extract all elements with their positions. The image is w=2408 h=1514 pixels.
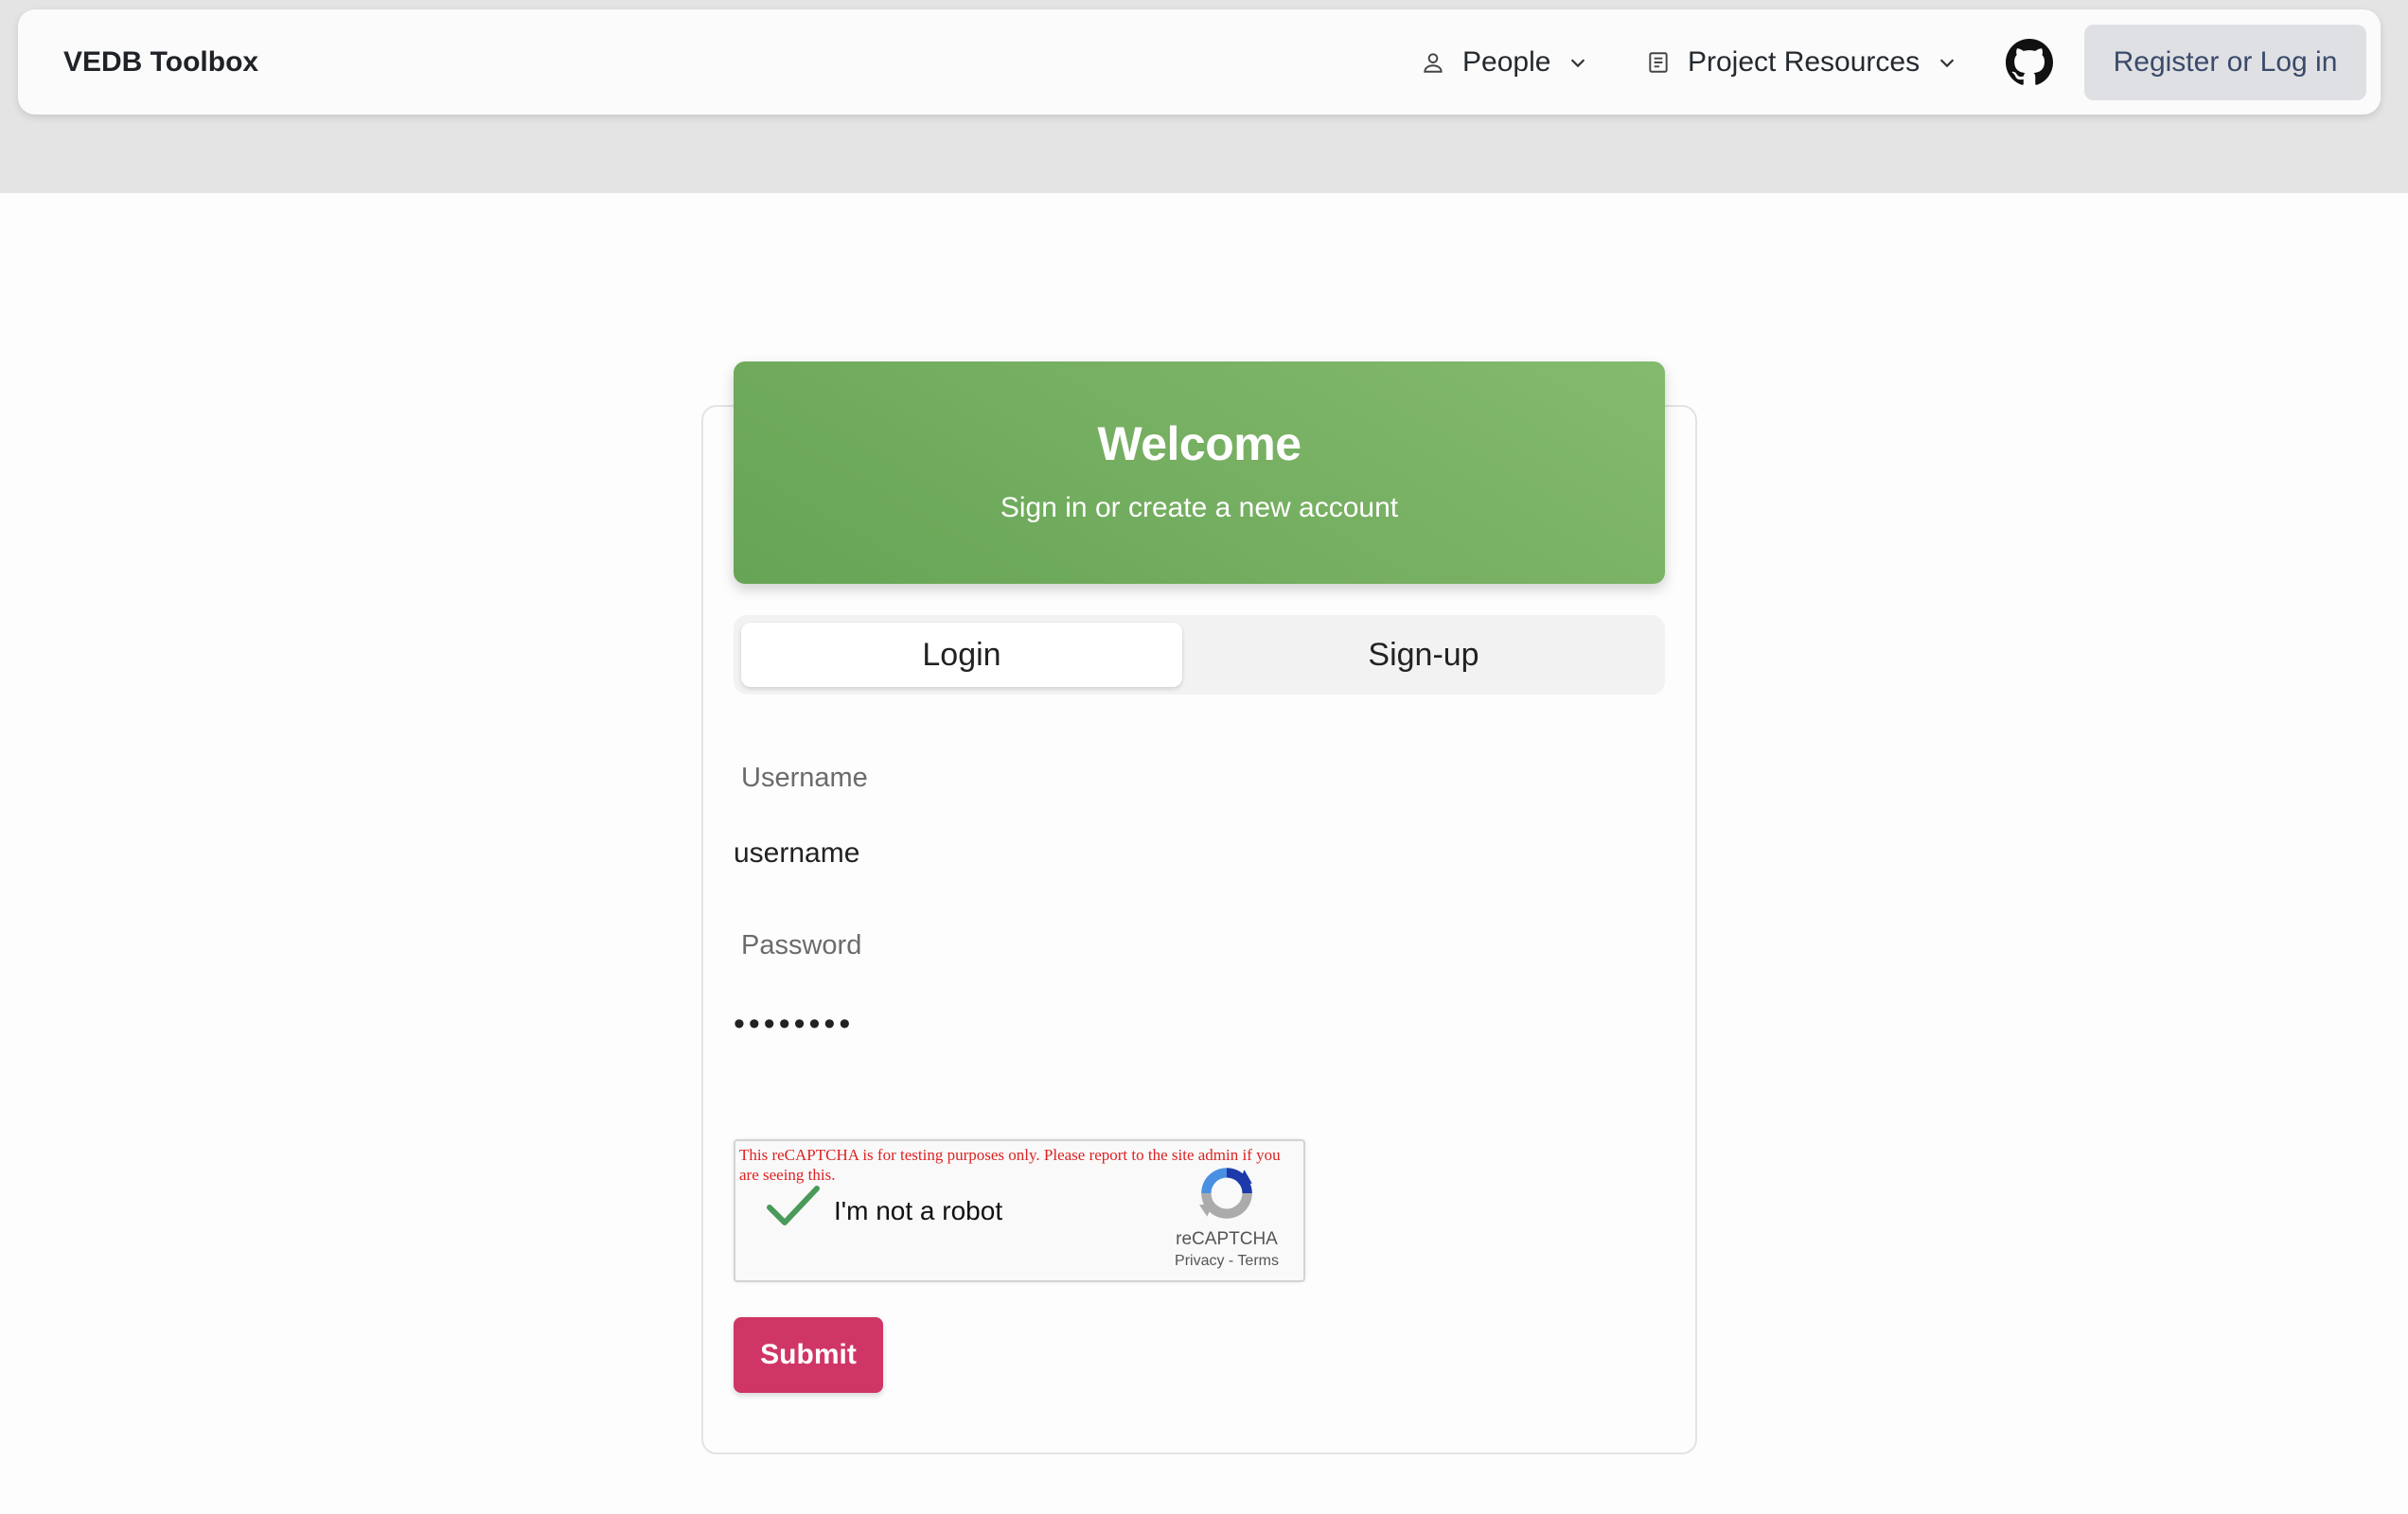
checkmark-icon[interactable] [766, 1183, 823, 1230]
username-label: Username [741, 763, 868, 793]
document-icon [1646, 50, 1671, 75]
welcome-subtitle: Sign in or create a new account [1000, 492, 1399, 523]
username-input[interactable] [734, 825, 1665, 882]
recaptcha-logo-icon [1195, 1162, 1258, 1224]
register-login-button[interactable]: Register or Log in [2084, 25, 2366, 100]
person-icon [1421, 50, 1445, 75]
nav-people-dropdown[interactable]: People [1421, 46, 1588, 79]
submit-button[interactable]: Submit [734, 1317, 883, 1393]
recaptcha-brand: reCAPTCHA [1176, 1229, 1278, 1249]
recaptcha-widget: This reCAPTCHA is for testing purposes o… [734, 1139, 1305, 1282]
nav-people-label: People [1462, 45, 1551, 78]
chevron-down-icon [1937, 52, 1957, 73]
auth-tabs: Login Sign-up [734, 615, 1665, 695]
welcome-title: Welcome [1097, 417, 1301, 470]
tab-login[interactable]: Login [741, 623, 1182, 687]
recaptcha-checkbox-label[interactable]: I'm not a robot [834, 1196, 1002, 1226]
nav-resources-dropdown[interactable]: Project Resources [1646, 46, 1957, 79]
tab-signup[interactable]: Sign-up [1192, 623, 1656, 687]
nav-resources-label: Project Resources [1688, 45, 1921, 78]
brand-title[interactable]: VEDB Toolbox [63, 46, 258, 79]
recaptcha-links[interactable]: Privacy - Terms [1156, 1253, 1298, 1270]
navbar: VEDB Toolbox People Project Resources Re… [18, 9, 2381, 114]
password-input[interactable] [734, 995, 1665, 1052]
password-label: Password [741, 930, 862, 960]
welcome-banner: Welcome Sign in or create a new account [734, 361, 1665, 584]
chevron-down-icon [1567, 52, 1588, 73]
github-icon[interactable] [2006, 39, 2053, 86]
